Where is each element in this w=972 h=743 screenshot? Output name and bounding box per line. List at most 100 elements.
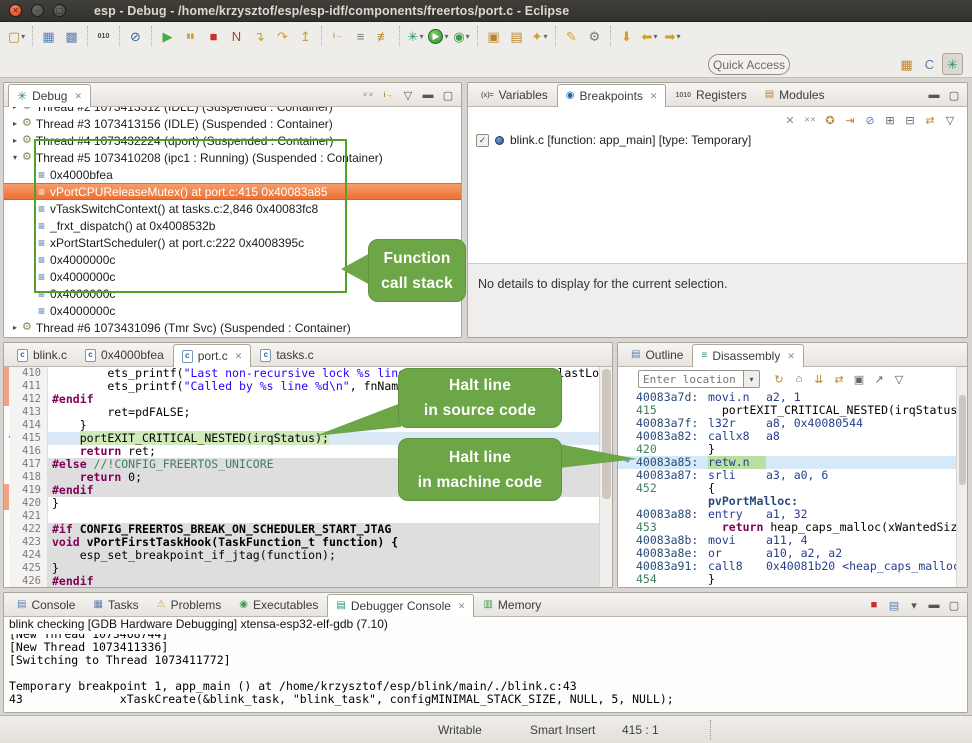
save-all-icon[interactable]: ▩ (61, 25, 82, 47)
remove-terminated-icon[interactable]: ✕✕ (359, 86, 377, 104)
stack-frame-row[interactable]: ≡vTaskSwitchContext() at tasks.c:2,846 0… (4, 200, 461, 217)
breakpoints-list[interactable]: ✓blink.c [function: app_main] [type: Tem… (468, 131, 967, 265)
close-icon[interactable]: ✕ (235, 351, 243, 362)
tab-port-c[interactable]: cport.c✕ (173, 344, 252, 367)
disassembly-instruction-row[interactable]: 40083a87:srlia3, a0, 6 (618, 469, 956, 482)
tab-outline[interactable]: ▤Outline (622, 343, 692, 366)
cpp-perspective-icon[interactable]: C (919, 53, 940, 75)
build-binary-icon[interactable]: 010 (93, 25, 114, 47)
close-icon[interactable]: ✕ (9, 4, 22, 17)
collapse-all-icon[interactable]: ⊟ (901, 111, 919, 129)
tab-breakpoints[interactable]: ◉Breakpoints✕ (557, 84, 667, 107)
link-with-debug-icon[interactable]: ⇄ (921, 111, 939, 129)
search-icon[interactable]: ✦ (529, 25, 550, 47)
minimize-icon[interactable]: ▬ (925, 596, 943, 614)
export-icon[interactable]: ↗ (870, 370, 888, 388)
copy-icon[interactable]: ▣ (850, 370, 868, 388)
code-line[interactable]: 424 esp_set_breakpoint_if_jtag(function)… (4, 549, 599, 562)
maximize-icon[interactable]: ▢ (945, 86, 963, 104)
open-perspective-icon[interactable]: ▦ (896, 53, 917, 75)
quick-access-button[interactable]: Quick Access (708, 54, 790, 75)
view-menu-icon[interactable]: ▽ (890, 370, 908, 388)
tab-debugger-console[interactable]: ▤Debugger Console✕ (327, 594, 474, 617)
external-tools-icon[interactable]: ⚙ (584, 25, 605, 47)
tab-executables[interactable]: ◉Executables (230, 593, 327, 616)
run-launch-icon[interactable]: ▶ (428, 25, 449, 47)
console-dropdown-icon[interactable]: ▾ (905, 596, 923, 614)
view-menu-icon[interactable]: ▽ (399, 86, 417, 104)
line-number[interactable]: 425 (4, 562, 48, 575)
tab-problems[interactable]: ⚠Problems (148, 593, 231, 616)
last-edit-location-icon[interactable]: ⬇ (616, 25, 637, 47)
open-resource-icon[interactable]: ▤ (506, 25, 527, 47)
tab-debug[interactable]: ✳ Debug ✕ (8, 84, 91, 107)
show-supported-breakpoints-icon[interactable]: ✪ (821, 111, 839, 129)
maximize-icon[interactable]: ▢ (53, 4, 66, 17)
tab-registers[interactable]: 1010Registers (666, 83, 755, 106)
minimize-icon[interactable]: – (31, 4, 44, 17)
line-number[interactable]: 418 (4, 471, 48, 484)
step-return-icon[interactable]: ↥ (295, 25, 316, 47)
disassembly-listing[interactable]: 40083a7d:movi.na2, 1415 portEXIT_CRITICA… (618, 391, 956, 587)
close-icon[interactable]: ✕ (74, 91, 82, 102)
terminate-icon[interactable]: ■ (203, 25, 224, 47)
goto-file-icon[interactable]: ⇥ (841, 111, 859, 129)
tab-modules[interactable]: ▤Modules (756, 83, 834, 106)
thread-row[interactable]: ▸⚙Thread #3 1073413156 (IDLE) (Suspended… (4, 115, 461, 132)
stack-frame-row[interactable]: ≡0x4000bfea (4, 166, 461, 183)
thread-row[interactable]: ▾⚙Thread #5 1073410208 (ipc1 : Running) … (4, 149, 461, 166)
line-number[interactable]: 411 (4, 380, 48, 393)
line-number[interactable]: 420 (4, 497, 48, 510)
editor-vertical-scrollbar[interactable] (599, 367, 612, 587)
line-number[interactable]: 417 (4, 458, 48, 471)
skip-all-breakpoints-icon[interactable]: ⊘ (861, 111, 879, 129)
line-number[interactable]: 421 (4, 510, 48, 523)
sync-icon[interactable]: ⇄ (830, 370, 848, 388)
step-into-icon[interactable]: ↴ (249, 25, 270, 47)
breakpoint-row[interactable]: ✓blink.c [function: app_main] [type: Tem… (468, 131, 967, 149)
instruction-mode-icon[interactable]: i→ (379, 86, 397, 104)
tab-0x4000bfea[interactable]: c0x4000bfea (76, 343, 173, 366)
step-over-icon[interactable]: ↷ (272, 25, 293, 47)
tab-memory[interactable]: ▥Memory (474, 593, 550, 616)
remove-breakpoint-icon[interactable]: ✕ (781, 111, 799, 129)
profile-launch-icon[interactable]: ◉ (451, 25, 472, 47)
tab-variables[interactable]: (x)=Variables (472, 83, 557, 106)
tab-disassembly[interactable]: ≡Disassembly✕ (692, 344, 803, 367)
stack-frame-row[interactable]: ≡vPortCPUReleaseMutex() at port.c:415 0x… (4, 183, 461, 200)
maximize-icon[interactable]: ▢ (945, 596, 963, 614)
line-number[interactable]: 426 (4, 575, 48, 587)
remove-all-breakpoints-icon[interactable]: ✕✕ (801, 111, 819, 129)
maximize-icon[interactable]: ▢ (439, 86, 457, 104)
new-icon[interactable]: ▢ (6, 25, 27, 47)
line-number[interactable]: 410 (4, 367, 48, 380)
step-filters-icon[interactable]: ≢ (373, 25, 394, 47)
resume-icon[interactable]: ▶ (157, 25, 178, 47)
debug-perspective-icon[interactable]: ✳ (942, 53, 963, 75)
refresh-icon[interactable]: ↻ (770, 370, 788, 388)
show-execution-icon[interactable]: ≡ (350, 25, 371, 47)
breakpoint-checkbox[interactable]: ✓ (476, 134, 489, 147)
line-number[interactable]: 424 (4, 549, 48, 562)
close-icon[interactable]: ✕ (650, 91, 658, 102)
show-source-icon[interactable]: ⇊ (810, 370, 828, 388)
tab-blink-c[interactable]: cblink.c (8, 343, 76, 366)
console-output[interactable]: [New Thread 1073468744][New Thread 10734… (4, 634, 967, 712)
thread-row[interactable]: ▸⚙Thread #4 1073432224 (dport) (Suspende… (4, 132, 461, 149)
line-number[interactable]: 416 (4, 445, 48, 458)
close-icon[interactable]: ✕ (787, 351, 795, 362)
line-number[interactable]: 414 (4, 419, 48, 432)
stack-frame-row[interactable]: ≡0x4000000c (4, 302, 461, 319)
home-icon[interactable]: ⌂ (790, 370, 808, 388)
disassembly-vertical-scrollbar[interactable] (956, 367, 967, 587)
disconnect-icon[interactable]: N (226, 25, 247, 47)
pin-editor-icon[interactable]: ✎ (561, 25, 582, 47)
open-type-icon[interactable]: ▣ (483, 25, 504, 47)
forward-icon[interactable]: ➡ (662, 25, 683, 47)
line-number[interactable]: ▿423 (4, 536, 48, 549)
thread-row[interactable]: ▸⚙Thread #2 1073413312 (IDLE) (Suspended… (4, 107, 461, 115)
disassembly-instruction-row[interactable]: 40083a82:callx8a8 (618, 430, 956, 443)
disassembly-instruction-row[interactable]: 40083a91:call80x40081b20 <heap_caps_mall… (618, 560, 956, 573)
location-input[interactable] (638, 370, 744, 388)
minimize-icon[interactable]: ▬ (925, 86, 943, 104)
